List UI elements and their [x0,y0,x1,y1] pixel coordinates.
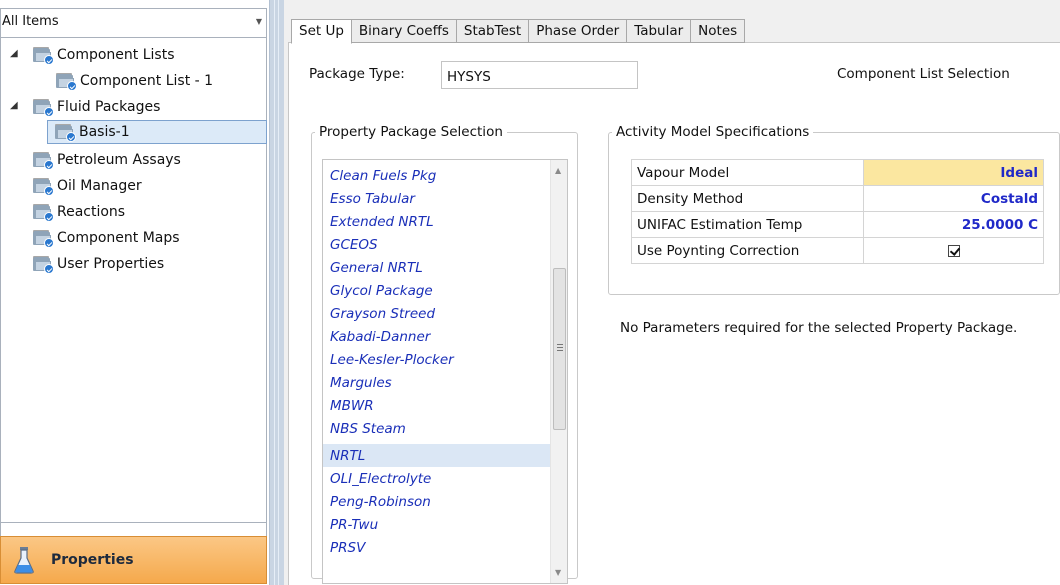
list-item[interactable]: OLI_Electrolyte [323,467,552,490]
list-item[interactable]: General NRTL [323,256,552,279]
list-item[interactable]: Glycol Package [323,279,552,302]
list-item[interactable]: NBS Steam [323,417,552,440]
activity-model-group-title: Activity Model Specifications [616,124,810,140]
tree-item-reactions[interactable]: Reactions [33,200,125,224]
tree-item-basis-1[interactable]: Basis-1 [47,120,267,144]
pane-splitter[interactable] [269,0,284,585]
list-item[interactable]: GCEOS [323,233,552,256]
scroll-down-arrow-icon[interactable]: ▼ [555,568,561,577]
view-filter-value: All Items [2,14,59,29]
tree-item-label: User Properties [57,256,165,272]
tree-item-label: Reactions [57,204,126,220]
folder-icon [33,229,54,248]
package-type-field[interactable]: HYSYS [441,61,638,89]
tree-item-label: Petroleum Assays [57,152,181,168]
tree-item-label: Component Maps [57,230,180,246]
activity-model-table: Vapour Model Ideal Density Method Costal… [631,159,1044,264]
folder-icon [56,72,77,91]
table-row: UNIFAC Estimation Temp 25.0000 C [631,211,1044,238]
unifac-temp-value[interactable]: 25.0000 C [863,211,1044,238]
tree-item-oil-manager[interactable]: Oil Manager [33,174,142,198]
scrollbar-thumb[interactable] [553,268,566,430]
list-item[interactable]: PR-Twu [323,513,552,536]
tree-item-component-maps[interactable]: Component Maps [33,226,180,250]
list-item[interactable]: Esso Tabular [323,187,552,210]
folder-icon [33,151,54,170]
list-item[interactable]: Grayson Streed [323,302,552,325]
list-item[interactable]: Extended NRTL [323,210,552,233]
tab-tabular[interactable]: Tabular [627,19,692,43]
tree-item-label: Fluid Packages [57,99,161,115]
tree-item-label: Component List - 1 [80,73,214,89]
tab-stabtest[interactable]: StabTest [456,19,530,43]
navigation-tree: ◢ Component Lists Component List - 1 ◢ F… [0,38,267,522]
fluid-package-view: Set Up Binary Coeffs StabTest Phase Orde… [284,0,1060,585]
tab-phase-order[interactable]: Phase Order [529,19,628,43]
properties-button[interactable]: Properties [0,536,267,584]
chevron-down-icon[interactable]: ▼ [256,17,262,26]
tree-item-component-list-1[interactable]: Component List - 1 [56,69,213,93]
package-type-label: Package Type: [309,66,405,82]
tree-item-label: Oil Manager [57,178,142,194]
poynting-correction-checkbox[interactable] [947,244,960,257]
scroll-up-arrow-icon[interactable]: ▲ [555,166,561,175]
folder-icon [33,255,54,274]
tree-item-label: Basis-1 [79,124,130,140]
flask-icon [13,545,35,575]
tree-item-petroleum-assays[interactable]: Petroleum Assays [33,148,181,172]
table-row: Use Poynting Correction [631,237,1044,264]
list-item[interactable]: Margules [323,371,552,394]
list-scrollbar[interactable]: ▲ ▼ [550,160,567,583]
tab-notes[interactable]: Notes [691,19,746,43]
folder-icon [33,98,54,117]
tab-strip: Set Up Binary Coeffs StabTest Phase Orde… [291,19,746,44]
folder-icon [33,46,54,65]
poynting-correction-cell [863,237,1044,264]
list-item[interactable]: Kabadi-Danner [323,325,552,348]
list-item[interactable]: MBWR [323,394,552,417]
tree-item-label: Component Lists [57,47,175,63]
view-filter-dropdown[interactable]: All Items ▼ [0,8,267,38]
folder-icon [33,177,54,196]
table-row: Vapour Model Ideal [631,159,1044,186]
tree-item-user-properties[interactable]: User Properties [33,252,164,276]
folder-icon [55,123,76,142]
table-row: Density Method Costald [631,185,1044,212]
row-label: Vapour Model [631,159,864,186]
list-item[interactable]: Clean Fuels Pkg [323,164,552,187]
vapour-model-value[interactable]: Ideal [863,159,1044,186]
density-method-value[interactable]: Costald [863,185,1044,212]
component-list-selection-label: Component List Selection [837,66,1010,82]
tree-item-component-lists[interactable]: ◢ Component Lists [10,43,175,67]
expand-triangle-icon[interactable]: ◢ [10,100,18,111]
property-package-list[interactable]: Clean Fuels Pkg Esso Tabular Extended NR… [322,159,568,584]
property-package-group-title: Property Package Selection [319,124,503,140]
expand-triangle-icon[interactable]: ◢ [10,48,18,59]
list-item[interactable]: Peng-Robinson [323,490,552,513]
navigation-divider [0,522,267,536]
row-label: UNIFAC Estimation Temp [631,211,864,238]
row-label: Density Method [631,185,864,212]
tab-binary-coeffs[interactable]: Binary Coeffs [351,19,457,43]
properties-label: Properties [51,552,134,568]
tab-set-up[interactable]: Set Up [291,19,352,44]
navigation-pane: All Items ▼ ◢ Component Lists Component … [0,0,269,585]
list-item-selected[interactable]: NRTL [323,444,552,467]
list-item[interactable]: PRSV [323,536,552,559]
list-item[interactable]: Lee-Kesler-Plocker [323,348,552,371]
folder-icon [33,203,54,222]
row-label: Use Poynting Correction [631,237,864,264]
tree-item-fluid-packages[interactable]: ◢ Fluid Packages [10,95,161,119]
parameters-message: No Parameters required for the selected … [620,320,1018,336]
